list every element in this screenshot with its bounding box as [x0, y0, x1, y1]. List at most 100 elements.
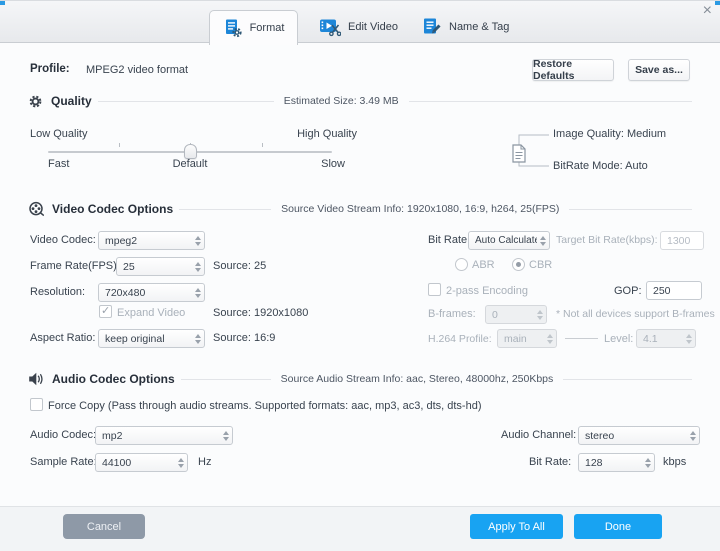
cbr-radio [512, 258, 525, 271]
two-pass-label: 2-pass Encoding [446, 285, 528, 297]
slider-low-quality-label: Low Quality [30, 128, 88, 140]
speaker-icon [29, 372, 43, 386]
sample-rate-value: 44100 [102, 456, 132, 469]
divider [565, 338, 598, 339]
video-codec-value: mpeg2 [105, 234, 138, 247]
quality-title: Quality [51, 94, 92, 108]
audio-channel-label: Audio Channel: [501, 429, 577, 441]
force-copy-checkbox[interactable] [30, 398, 43, 411]
format-settings-window: × Format Edit Video Name & Tag Profile: … [0, 0, 720, 551]
spinner-icon [178, 457, 184, 468]
corner-accent-right [715, 1, 720, 5]
tab-edit-video[interactable]: Edit Video [319, 14, 398, 40]
expand-video-checkbox [99, 304, 112, 318]
audio-section-header: Audio Codec Options Source Audio Stream … [28, 371, 692, 387]
audio-channel-value: stereo [585, 429, 615, 442]
footer-bar: Cancel Apply To All Done [0, 506, 720, 551]
expand-video-label: Expand Video [117, 307, 186, 319]
aspect-ratio-value: keep original [105, 332, 165, 345]
tab-format-label: Format [249, 22, 285, 34]
divider [408, 100, 692, 102]
quality-slider-thumb[interactable] [184, 144, 197, 159]
edit-video-icon [320, 19, 341, 37]
image-quality-text: Image Quality: Medium [553, 128, 667, 140]
film-reel-icon [29, 201, 44, 217]
video-section-header: Video Codec Options Source Video Stream … [28, 201, 692, 217]
restore-defaults-button[interactable]: Restore Defaults [532, 58, 614, 82]
slider-high-quality-label: High Quality [297, 128, 357, 140]
restore-defaults-label: Restore Defaults [533, 58, 575, 82]
frame-rate-source: Source: 25 [213, 260, 267, 272]
apply-to-all-button[interactable]: Apply To All [470, 514, 563, 539]
bit-rate-label: Bit Rate: [428, 234, 471, 246]
name-tag-icon [424, 18, 441, 34]
gear-icon [29, 95, 42, 107]
frame-rate-select[interactable]: 25 [116, 257, 205, 276]
video-codec-label: Video Codec: [30, 234, 96, 246]
video-codec-select[interactable]: mpeg2 [98, 231, 205, 250]
tab-name-tag-label: Name & Tag [449, 21, 510, 33]
spinner-icon [195, 235, 201, 246]
spinner-icon [195, 261, 201, 272]
resolution-source: Source: 1920x1080 [213, 307, 309, 319]
h264-profile-select: main [497, 329, 557, 348]
sample-rate-select[interactable]: 44100 [95, 453, 188, 472]
abr-radio [455, 258, 468, 271]
tab-bar: × Format Edit Video Name & Tag [0, 0, 720, 45]
slider-tick [262, 143, 263, 147]
level-select: 4.1 [636, 329, 696, 348]
audio-bit-rate-select[interactable]: 128 [578, 453, 655, 472]
save-as-label: Save as... [635, 64, 683, 76]
file-info-icon [512, 134, 549, 167]
gop-input[interactable]: 250 [646, 281, 702, 300]
close-icon[interactable]: × [703, 2, 712, 20]
tab-format[interactable]: Format [209, 10, 298, 45]
h264-profile-label: H.264 Profile: [428, 333, 492, 345]
audio-channel-select[interactable]: stereo [578, 426, 700, 445]
spinner-icon [547, 333, 553, 344]
divider [179, 208, 272, 210]
format-doc-gear-icon [225, 19, 242, 37]
aspect-ratio-label: Aspect Ratio: [30, 332, 96, 344]
done-label: Done [604, 520, 632, 533]
audio-codec-value: mp2 [102, 429, 123, 442]
done-button[interactable]: Done [574, 514, 662, 539]
spinner-icon [645, 457, 651, 468]
spinner-icon [195, 333, 201, 344]
b-frames-select: 0 [485, 305, 547, 324]
tab-name-tag[interactable]: Name & Tag [422, 14, 509, 40]
spinner-icon [223, 430, 229, 441]
gop-value: 250 [653, 284, 671, 297]
divider [97, 100, 274, 102]
abr-label: ABR [472, 259, 495, 271]
save-as-button[interactable]: Save as... [628, 59, 690, 81]
estimated-size-text: Estimated Size: 3.49 MB [283, 95, 399, 107]
slider-slow-label: Slow [321, 158, 345, 170]
b-frames-note: * Not all devices support B-frames [556, 308, 715, 320]
resolution-select[interactable]: 720x480 [98, 283, 205, 302]
video-section-title: Video Codec Options [52, 202, 174, 216]
quality-summary: Image Quality: Medium BitRate Mode: Auto [505, 124, 715, 172]
force-copy-label: Force Copy (Pass through audio streams. … [48, 400, 482, 412]
tab-edit-video-label: Edit Video [348, 21, 398, 33]
sample-rate-label: Sample Rate: [30, 456, 97, 468]
spinner-icon [195, 287, 201, 298]
level-label: Level: [604, 333, 634, 345]
bit-rate-value: Auto Calculate [475, 235, 537, 246]
cancel-button[interactable]: Cancel [63, 514, 145, 539]
level-value: 4.1 [643, 332, 658, 345]
divider [180, 378, 271, 380]
audio-codec-select[interactable]: mp2 [95, 426, 233, 445]
resolution-label: Resolution: [30, 286, 86, 298]
two-pass-checkbox [428, 283, 441, 296]
bitrate-mode-text: BitRate Mode: Auto [553, 160, 648, 172]
aspect-ratio-select[interactable]: keep original [98, 329, 205, 348]
corner-accent-left [0, 1, 5, 5]
b-frames-value: 0 [492, 308, 498, 321]
spinner-icon [540, 235, 546, 246]
divider [569, 208, 692, 210]
audio-stream-info: Source Audio Stream Info: aac, Stereo, 4… [280, 373, 554, 385]
gop-label: GOP: [614, 285, 642, 297]
spinner-icon [690, 430, 696, 441]
bit-rate-select[interactable]: Auto Calculate [468, 231, 550, 250]
